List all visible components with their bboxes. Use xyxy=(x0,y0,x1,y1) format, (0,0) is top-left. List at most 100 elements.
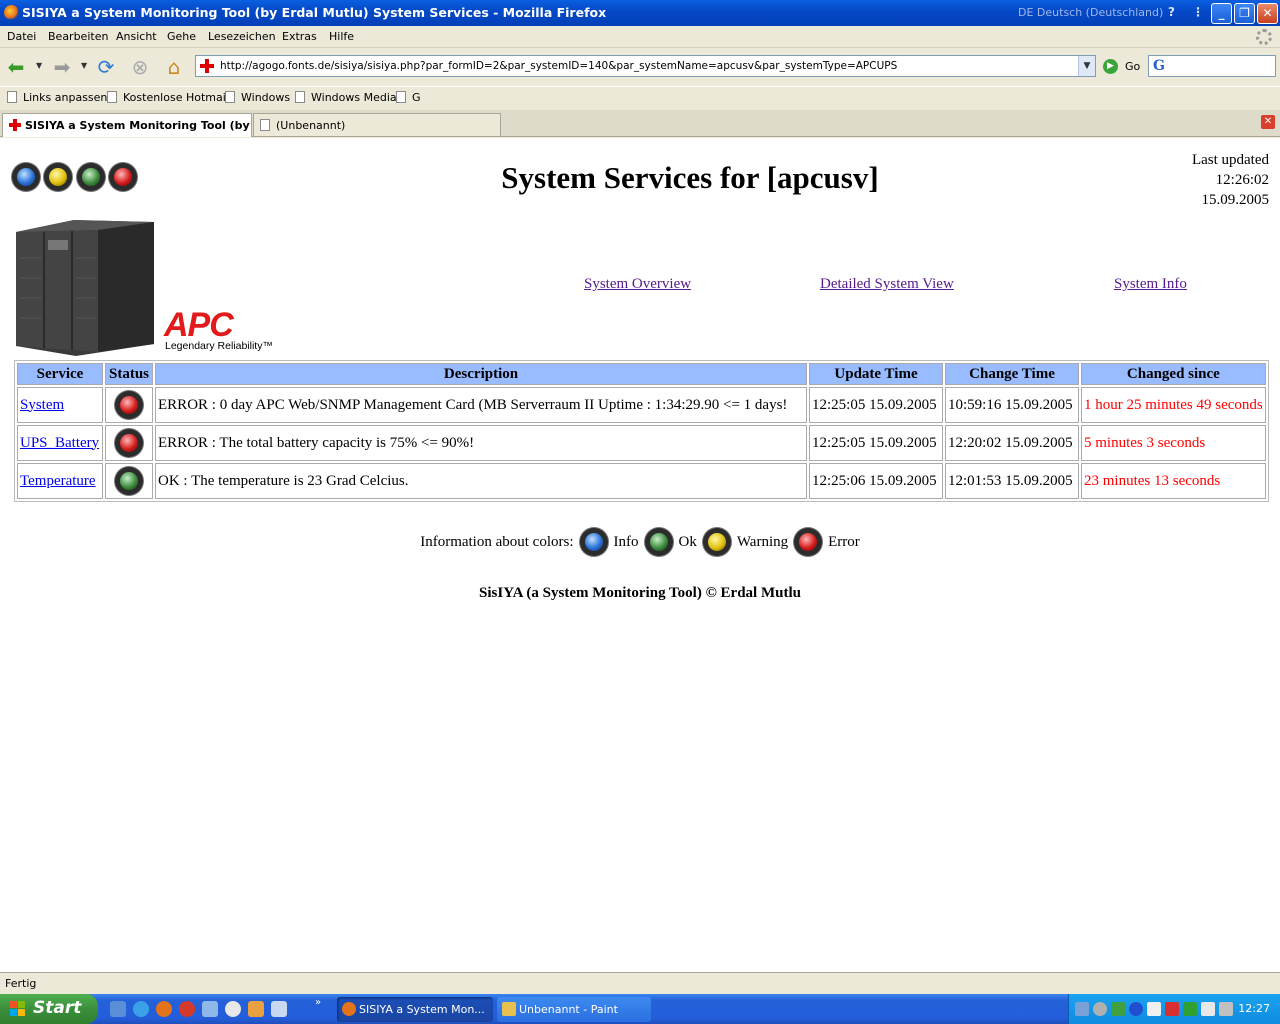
window-title: SISIYA a System Monitoring Tool (by Erda… xyxy=(22,5,607,20)
close-tab-icon[interactable]: ✕ xyxy=(1261,115,1275,129)
system-overview-link[interactable]: System Overview xyxy=(584,276,691,293)
page-title: System Services for [apcusv] xyxy=(501,160,879,195)
safely-remove-icon[interactable] xyxy=(1219,1002,1233,1016)
tab-sisiya[interactable]: SISIYA a System Monitoring Tool (by ... xyxy=(2,113,252,137)
forward-dropdown-icon[interactable]: ▼ xyxy=(81,61,87,70)
menu-extras[interactable]: Extras xyxy=(282,30,317,43)
back-dropdown-icon[interactable]: ▼ xyxy=(36,61,42,70)
description-cell: ERROR : 0 day APC Web/SNMP Management Ca… xyxy=(155,387,808,423)
go-button[interactable]: Go xyxy=(1125,60,1140,73)
internet-explorer-icon[interactable] xyxy=(133,1001,149,1017)
firefox-icon xyxy=(4,5,19,20)
service-cell: System xyxy=(17,387,103,423)
security-icon[interactable] xyxy=(1111,1002,1125,1016)
bookmark-item[interactable]: Windows xyxy=(225,91,290,104)
bookmarks-toolbar: Links anpassen Kostenlose Hotmail Window… xyxy=(0,86,1280,109)
url-input[interactable]: http://agogo.fonts.de/sisiya/sisiya.php?… xyxy=(220,60,897,72)
menu-hilfe[interactable]: Hilfe xyxy=(329,30,354,43)
shield-icon[interactable] xyxy=(1165,1002,1179,1016)
taskbar: Start » SISIYA a System Mon... Unbenannt… xyxy=(0,994,1280,1024)
close-button[interactable]: ✕ xyxy=(1257,3,1278,24)
maximize-button[interactable]: ❐ xyxy=(1234,3,1255,24)
window-titlebar[interactable]: SISIYA a System Monitoring Tool (by Erda… xyxy=(0,0,1280,26)
ok-led-icon xyxy=(115,467,143,495)
bookmark-item[interactable]: Links anpassen xyxy=(7,91,107,104)
apc-tagline: Legendary Reliability™ xyxy=(165,340,273,352)
opera-icon[interactable] xyxy=(179,1001,195,1017)
go-icon[interactable]: ▶ xyxy=(1103,59,1118,74)
network-icon[interactable] xyxy=(1075,1002,1089,1016)
start-button[interactable]: Start xyxy=(0,994,98,1024)
page-icon xyxy=(295,91,305,103)
header-description[interactable]: Description xyxy=(155,363,808,385)
quicklaunch-expand-icon[interactable]: » xyxy=(315,997,325,1013)
service-link-temperature[interactable]: Temperature xyxy=(20,473,96,489)
system-tray: 12:27 xyxy=(1068,994,1280,1024)
stop-icon[interactable]: ⊗ xyxy=(128,55,152,79)
apc-logo: APC Legendary Reliability™ xyxy=(164,306,274,356)
table-row: System ERROR : 0 day APC Web/SNMP Manage… xyxy=(17,387,1266,423)
menu-gehe[interactable]: Gehe xyxy=(167,30,196,43)
messenger-icon[interactable] xyxy=(202,1001,218,1017)
volume-icon[interactable] xyxy=(1093,1002,1107,1016)
antivirus-icon[interactable] xyxy=(1147,1002,1161,1016)
wireless-icon[interactable] xyxy=(1201,1002,1215,1016)
back-icon[interactable]: ⬅ xyxy=(4,55,28,79)
taskbar-item-firefox[interactable]: SISIYA a System Mon... xyxy=(337,997,493,1022)
app-icon[interactable] xyxy=(248,1001,264,1017)
services-table: Service Status Description Update Time C… xyxy=(14,360,1269,502)
detailed-system-view-link[interactable]: Detailed System View xyxy=(820,276,954,293)
change-time-cell: 12:01:53 15.09.2005 xyxy=(945,463,1080,499)
last-updated: Last updated 12:26:02 15.09.2005 xyxy=(1191,152,1269,208)
service-cell: UPS_Battery xyxy=(17,425,103,461)
menu-ansicht[interactable]: Ansicht xyxy=(116,30,157,43)
service-link-ups-battery[interactable]: UPS_Battery xyxy=(20,435,99,451)
system-info-link[interactable]: System Info xyxy=(1114,276,1187,293)
url-dropdown-icon[interactable]: ▼ xyxy=(1078,56,1095,76)
service-link-system[interactable]: System xyxy=(20,397,64,413)
reload-icon[interactable]: ⟳ xyxy=(94,55,118,79)
help-icon[interactable]: ? xyxy=(1168,5,1175,19)
show-desktop-icon[interactable] xyxy=(110,1001,126,1017)
menu-lesezeichen[interactable]: Lesezeichen xyxy=(208,30,276,43)
firefox-icon[interactable] xyxy=(156,1001,172,1017)
header-update-time[interactable]: Update Time xyxy=(809,363,944,385)
media-player-icon[interactable] xyxy=(225,1001,241,1017)
throbber-icon xyxy=(1256,29,1272,45)
taskbar-item-paint[interactable]: Unbenannt - Paint xyxy=(497,997,651,1022)
url-bar[interactable]: http://agogo.fonts.de/sisiya/sisiya.php?… xyxy=(195,55,1096,77)
error-led-icon xyxy=(115,391,143,419)
tab-unbenannt[interactable]: (Unbenannt) xyxy=(253,113,501,136)
status-cell xyxy=(105,387,154,423)
search-engine-icon[interactable]: G xyxy=(1153,58,1165,74)
header-status[interactable]: Status xyxy=(105,363,154,385)
changed-since-cell: 5 minutes 3 seconds xyxy=(1081,425,1266,461)
error-led-icon xyxy=(115,429,143,457)
legend-info: Info xyxy=(613,533,639,550)
warning-led-icon xyxy=(702,528,731,556)
forward-icon[interactable]: ➡ xyxy=(50,55,74,79)
menu-datei[interactable]: Datei xyxy=(7,30,36,43)
description-cell: OK : The temperature is 23 Grad Celcius. xyxy=(155,463,808,499)
bluetooth-icon[interactable] xyxy=(1129,1002,1143,1016)
header-service[interactable]: Service xyxy=(17,363,103,385)
header-changed-since[interactable]: Changed since xyxy=(1081,363,1266,385)
bookmark-item[interactable]: G xyxy=(396,91,421,104)
page-icon xyxy=(260,119,270,131)
home-icon[interactable]: ⌂ xyxy=(162,55,186,79)
options-icon[interactable]: ⋮ xyxy=(1192,5,1204,19)
search-box[interactable]: G xyxy=(1148,55,1276,77)
clock[interactable]: 12:27 xyxy=(1238,1002,1270,1015)
update-time-cell: 12:25:05 15.09.2005 xyxy=(809,387,944,423)
ups-device-image xyxy=(14,218,156,356)
bookmark-item[interactable]: Windows Media xyxy=(295,91,397,104)
update-icon[interactable] xyxy=(1183,1002,1197,1016)
minimize-button[interactable]: _ xyxy=(1211,3,1232,24)
header-change-time[interactable]: Change Time xyxy=(945,363,1080,385)
bookmark-item[interactable]: Kostenlose Hotmail xyxy=(107,91,229,104)
menu-bearbeiten[interactable]: Bearbeiten xyxy=(48,30,108,43)
error-led-icon xyxy=(794,528,823,556)
paint-icon xyxy=(502,1002,516,1016)
language-indicator[interactable]: DE Deutsch (Deutschland) xyxy=(1018,6,1163,19)
app-icon[interactable] xyxy=(271,1001,287,1017)
